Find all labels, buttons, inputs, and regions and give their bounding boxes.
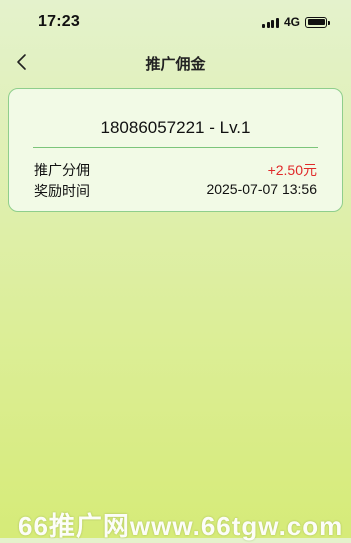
page-title: 推广佣金 <box>145 56 206 73</box>
commission-row: 推广分佣 +2.50元 <box>34 160 317 180</box>
status-bar: 17:23 4G <box>0 0 351 44</box>
signal-icon <box>262 17 279 28</box>
reward-time-row: 奖励时间 2025-07-07 13:56 <box>34 181 317 201</box>
battery-icon <box>305 16 330 28</box>
commission-amount: +2.50元 <box>267 162 317 178</box>
status-time: 17:23 <box>38 13 80 30</box>
reward-time-value: 2025-07-07 13:56 <box>206 181 317 197</box>
record-title: 18086057221 - Lv.1 <box>100 118 251 137</box>
commission-record-card: 18086057221 - Lv.1 推广分佣 +2.50元 奖励时间 2025… <box>8 88 343 212</box>
nav-bar: 推广佣金 <box>0 44 351 80</box>
watermark: 66推广网www.66tgw.com <box>18 511 344 541</box>
divider <box>33 147 318 148</box>
reward-time-label: 奖励时间 <box>34 183 90 199</box>
network-type: 4G <box>283 15 300 29</box>
status-indicators: 4G <box>262 15 330 29</box>
commission-label: 推广分佣 <box>34 162 90 178</box>
